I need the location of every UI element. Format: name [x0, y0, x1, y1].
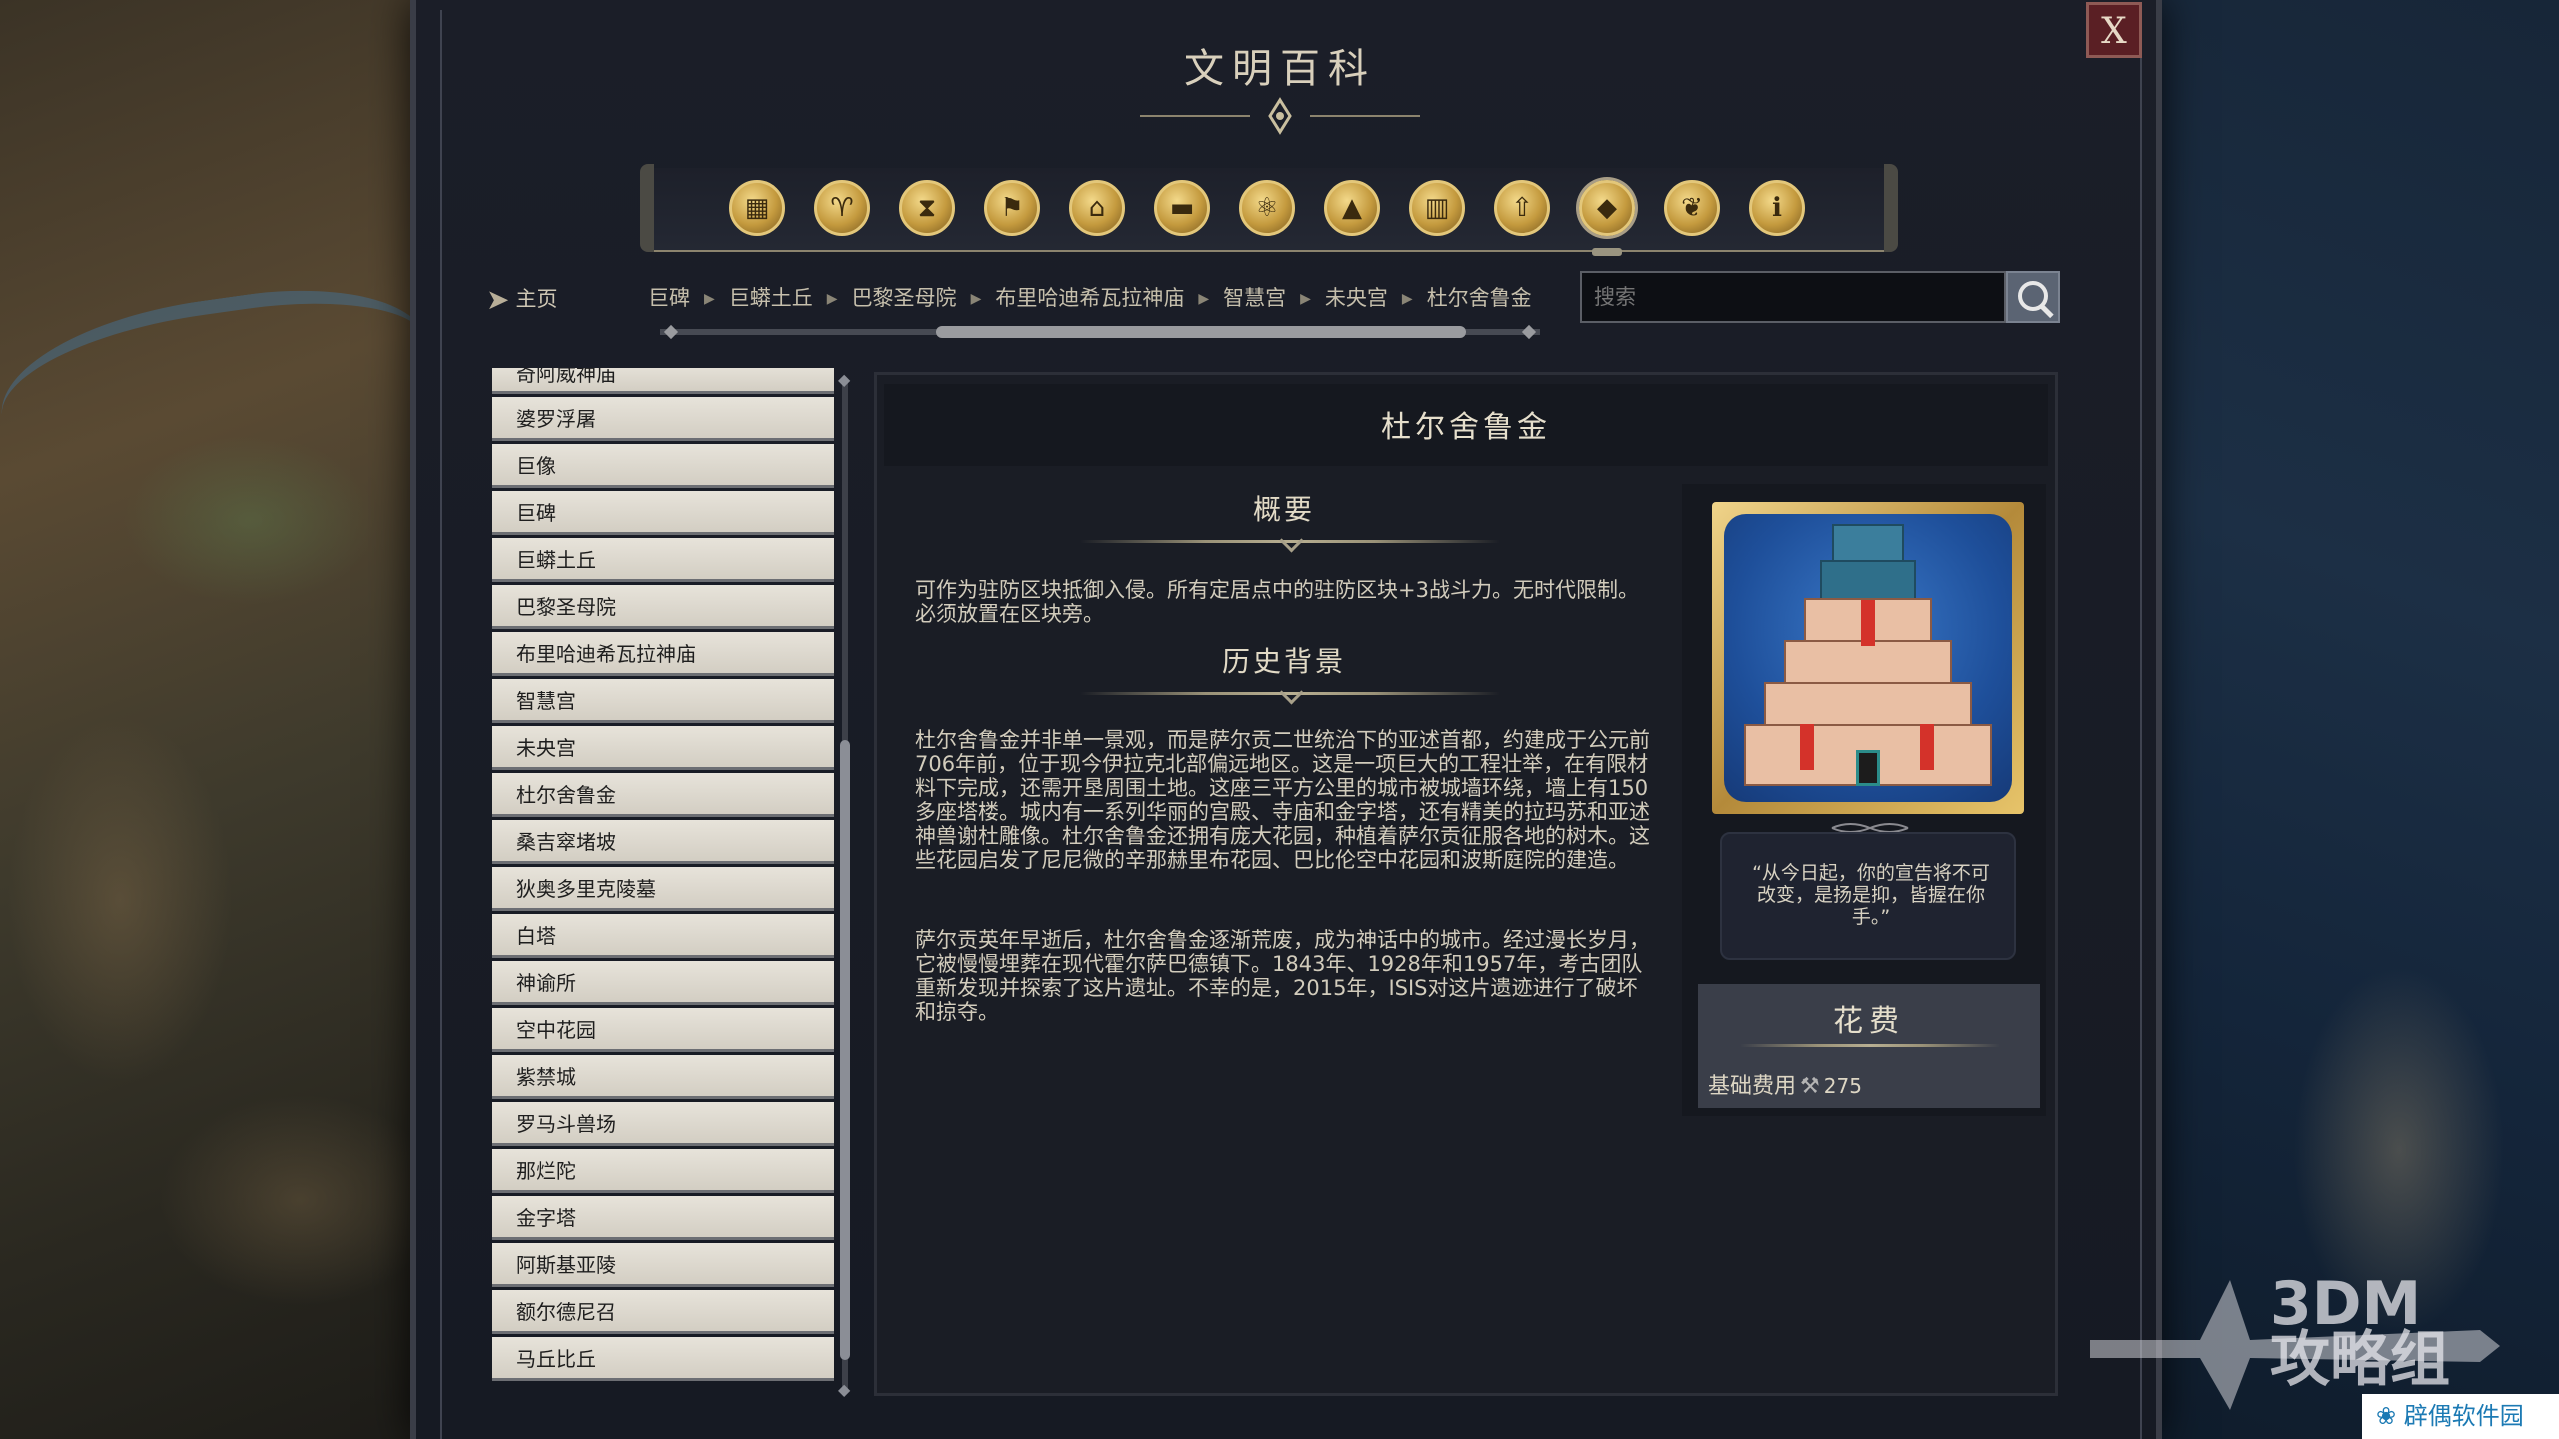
map-background-right: [2099, 0, 2559, 1439]
chevron-right-icon: ▶: [1198, 291, 1210, 307]
icon-bar-left-cap: [640, 164, 654, 252]
list-item[interactable]: 空中花园: [492, 1008, 834, 1052]
search-button[interactable]: [2006, 271, 2060, 323]
list-item-selected[interactable]: 杜尔舍鲁金: [492, 773, 834, 817]
window-title: 文明百科: [1184, 46, 1376, 92]
wonder-icon[interactable]: ◆: [1579, 180, 1635, 236]
breadcrumb: 巨碑 ▶ 巨蟒土丘 ▶ 巴黎圣母院 ▶ 布里哈迪希瓦拉神庙 ▶ 智慧宫 ▶ 未央宫 ▶ 杜尔舍鲁金: [648, 282, 1532, 312]
breadcrumb-item-current[interactable]: 杜尔舍鲁金: [1427, 286, 1532, 310]
breadcrumb-item[interactable]: 巨蟒土丘: [729, 286, 813, 310]
frame-border-left: [440, 10, 442, 1439]
list-item[interactable]: 智慧宫: [492, 679, 834, 723]
base-cost-value: 275: [1823, 1074, 1862, 1098]
summary-text: 可作为驻防区块抵御入侵。所有定居点中的驻防区块+3战斗力。无时代限制。必须放置在…: [915, 578, 1639, 626]
close-button[interactable]: X: [2086, 2, 2142, 58]
cost-divider: [1740, 1044, 2000, 1047]
list-item[interactable]: 狄奥多里克陵墓: [492, 867, 834, 911]
dur-sharrukin-portrait: [1724, 514, 2012, 802]
flag-icon[interactable]: ⚑: [984, 180, 1040, 236]
district-icon[interactable]: ▬: [1154, 180, 1210, 236]
grail-icon[interactable]: ♈: [814, 180, 870, 236]
river: [0, 270, 441, 504]
home-label: 主页: [515, 287, 558, 311]
list-item[interactable]: 桑吉窣堵坡: [492, 820, 834, 864]
list-item[interactable]: 巴黎圣母院: [492, 585, 834, 629]
map-background-left: [0, 0, 441, 1439]
frame-border-right: [2140, 10, 2142, 1439]
icon-bar-right-cap: [1884, 164, 1898, 252]
base-cost: 基础费用 ⚒ 275: [1708, 1068, 1862, 1100]
summary-heading: 概要: [1252, 493, 1315, 526]
list-item[interactable]: 紫禁城: [492, 1055, 834, 1099]
entry-list: 奇阿威神庙 婆罗浮屠 巨像 巨碑 巨蟒土丘 巴黎圣母院 布里哈迪希瓦拉神庙 智慧…: [492, 368, 834, 1398]
home-link[interactable]: ➤ 主页: [486, 283, 557, 316]
list-item[interactable]: 未央宫: [492, 726, 834, 770]
list-item[interactable]: 金字塔: [492, 1196, 834, 1240]
list-item[interactable]: 奇阿威神庙: [492, 368, 834, 394]
info-icon[interactable]: ℹ: [1749, 180, 1805, 236]
mountain-icon[interactable]: ▲: [1324, 180, 1380, 236]
breadcrumb-item[interactable]: 未央宫: [1325, 286, 1388, 310]
search-input[interactable]: [1580, 271, 2006, 323]
breadcrumb-item[interactable]: 布里哈迪希瓦拉神庙: [995, 286, 1184, 310]
hammer-icon: ⚒: [1800, 1074, 1820, 1099]
breadcrumb-item[interactable]: 智慧宫: [1223, 286, 1286, 310]
list-item[interactable]: 巨蟒土丘: [492, 538, 834, 582]
chevron-right-icon: ▶: [1300, 291, 1311, 307]
list-item[interactable]: 白塔: [492, 914, 834, 958]
list-item[interactable]: 神谕所: [492, 961, 834, 1005]
watermark-brand-sub: 攻略组: [2270, 1325, 2450, 1395]
site-watermark-text: 辟偶软件园: [2403, 1402, 2524, 1430]
base-cost-label: 基础费用: [1708, 1074, 1797, 1099]
list-item[interactable]: 那烂陀: [492, 1149, 834, 1193]
list-item[interactable]: 阿斯基亚陵: [492, 1243, 834, 1287]
list-item[interactable]: 布里哈迪希瓦拉神庙: [492, 632, 834, 676]
government-building-icon[interactable]: ⌂: [1069, 180, 1125, 236]
breadcrumb-item[interactable]: 巴黎圣母院: [852, 286, 957, 310]
breadcrumb-item[interactable]: 巨碑: [648, 286, 690, 310]
cost-heading: 花费: [1833, 1004, 1905, 1039]
chevron-right-icon: ▶: [970, 291, 982, 307]
article-title: 杜尔舍鲁金: [1381, 410, 1551, 445]
list-scrollbar-thumb[interactable]: [840, 740, 850, 1360]
active-category-indicator: [1592, 248, 1622, 256]
cube-stack-icon[interactable]: ▦: [729, 180, 785, 236]
list-item[interactable]: 额尔德尼召: [492, 1290, 834, 1334]
scroll-up-icon[interactable]: ◆: [838, 370, 850, 389]
history-paragraph-1: 杜尔舍鲁金并非单一景观，而是萨尔贡二世统治下的亚述首都，约建成于公元前706年前…: [915, 728, 1650, 872]
promotion-arrow-icon[interactable]: ⇧: [1494, 180, 1550, 236]
list-item[interactable]: 巨碑: [492, 491, 834, 535]
list-item[interactable]: 马丘比丘: [492, 1337, 834, 1381]
site-watermark: ❀ 辟偶软件园: [2362, 1394, 2559, 1439]
city-building-icon[interactable]: ▥: [1409, 180, 1465, 236]
chevron-right-icon: ▶: [1401, 291, 1413, 307]
chevron-right-icon: ▶: [826, 291, 838, 307]
leaf-icon: ❀: [2376, 1402, 2397, 1430]
breadcrumb-scrollbar-thumb[interactable]: [936, 326, 1466, 338]
quote-text: “从今日起，你的宣告将不可改变，是扬是抑，皆握在你手。”: [1752, 862, 1990, 928]
list-item[interactable]: 罗马斗兽场: [492, 1102, 834, 1146]
list-item[interactable]: 巨像: [492, 444, 834, 488]
history-heading: 历史背景: [1221, 645, 1346, 678]
hourglass-icon[interactable]: ⧗: [899, 180, 955, 236]
history-paragraph-2: 萨尔贡英年早逝后，杜尔舍鲁金逐渐荒废，成为神话中的城市。经过漫长岁月，它被慢慢埋…: [915, 928, 1650, 1024]
back-arrow-icon: ➤: [486, 283, 510, 316]
chevron-right-icon: ▶: [704, 291, 715, 307]
atom-icon[interactable]: ⚛: [1239, 180, 1295, 236]
title-ornament: [1140, 97, 1420, 135]
dove-icon[interactable]: ❦: [1664, 180, 1720, 236]
scroll-down-icon[interactable]: ◆: [838, 1380, 850, 1399]
category-icon-bar: ▦ ♈ ⧗ ⚑ ⌂ ▬ ⚛ ▲ ▥ ⇧ ◆ ❦ ℹ: [640, 164, 1898, 252]
list-item[interactable]: 婆罗浮屠: [492, 397, 834, 441]
